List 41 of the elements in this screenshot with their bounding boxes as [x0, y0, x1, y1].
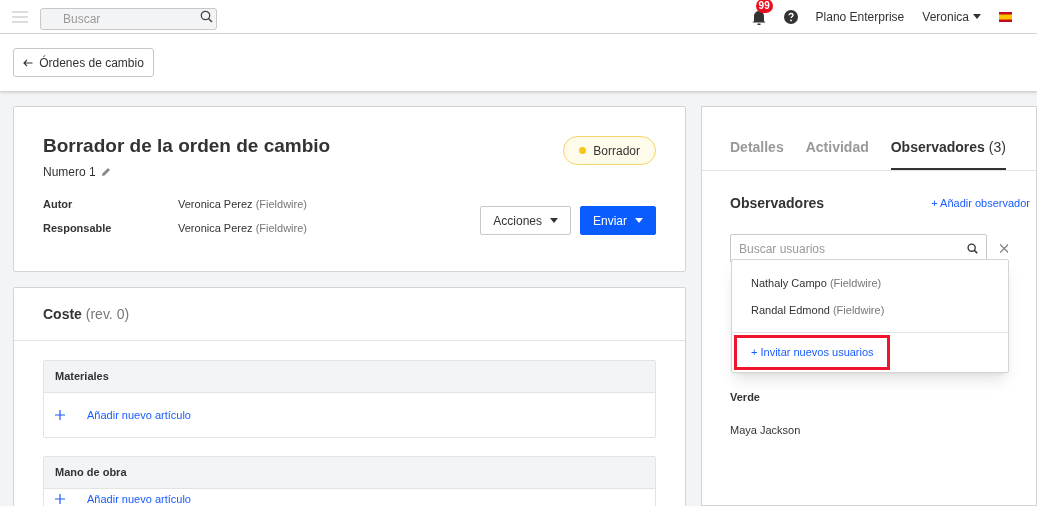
member-name: Maya Jackson — [730, 422, 802, 438]
user-search-field[interactable]: Buscar usuarios — [730, 234, 987, 263]
field-value: Veronica Perez (Fieldwire) — [178, 221, 307, 235]
status-label: Borrador — [593, 142, 640, 160]
user-option[interactable]: Randal Edmond (Fieldwire) — [732, 297, 1008, 324]
caret-icon — [973, 14, 981, 19]
tab[interactable]: Observadores (3) — [890, 137, 1006, 170]
cost-title: Coste (rev. 0) — [43, 304, 130, 324]
add-item-link[interactable]: Añadir nuevo artículo — [87, 406, 191, 424]
add-item-link[interactable]: Añadir nuevo artículo — [87, 490, 191, 506]
caret-icon — [635, 218, 643, 223]
section-title: Materiales — [55, 369, 109, 385]
invite-users-link[interactable]: + Invitar nuevos usuarios — [734, 335, 890, 370]
search-field[interactable]: Buscar — [40, 7, 217, 30]
plus-icon[interactable] — [55, 494, 65, 504]
order-number: Numero 1 — [43, 164, 96, 181]
user-option[interactable]: Nathaly Campo (Fieldwire) — [732, 270, 1008, 297]
group-title: Verde — [730, 390, 761, 405]
add-observer-link[interactable]: + Añadir observador — [931, 195, 1030, 212]
user-menu[interactable]: Veronica — [922, 7, 981, 26]
search-icon — [200, 9, 213, 23]
field-value: Veronica Perez (Fieldwire) — [178, 197, 307, 211]
spain-flag-icon[interactable] — [999, 11, 1012, 22]
notification-count: 99 — [755, 0, 773, 13]
pencil-icon[interactable] — [100, 167, 111, 177]
plus-icon[interactable] — [55, 410, 65, 420]
caret-icon — [550, 218, 558, 223]
field-label: Responsable — [43, 221, 113, 235]
order-title: Borrador de la orden de cambio — [43, 134, 331, 158]
observers-heading: Observadores — [730, 194, 825, 213]
bell-icon[interactable] — [751, 8, 766, 25]
back-button[interactable]: Órdenes de cambio — [13, 48, 154, 77]
actions-button[interactable]: Acciones — [480, 206, 571, 235]
search-icon — [966, 243, 978, 254]
help-icon[interactable] — [783, 9, 798, 24]
field-label: Autor — [43, 197, 74, 211]
close-icon[interactable] — [999, 244, 1008, 253]
plan-name[interactable]: Plano Enterprise — [815, 7, 905, 26]
section-title: Mano de obra — [55, 465, 127, 481]
arrow-left-icon — [23, 58, 34, 67]
send-button[interactable]: Enviar — [580, 206, 656, 235]
